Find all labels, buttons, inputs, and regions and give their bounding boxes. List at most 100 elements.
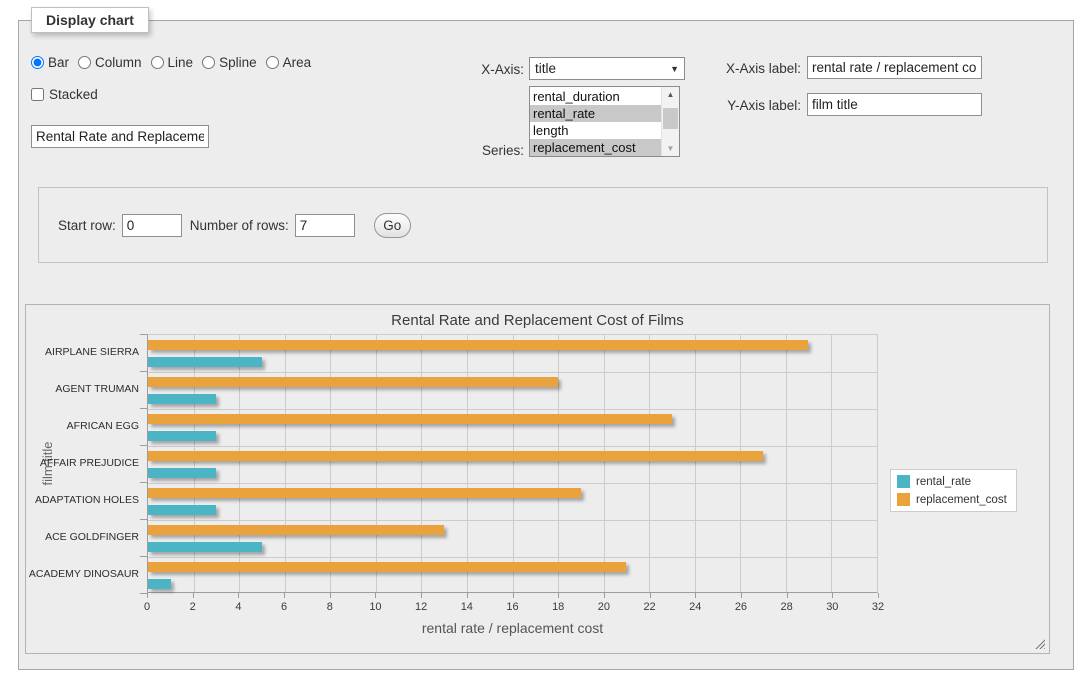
x-tick-label-26: 26 bbox=[735, 601, 747, 613]
gridline-x-18 bbox=[558, 335, 559, 592]
gridline-x-8 bbox=[330, 335, 331, 592]
radio-label-bar: Bar bbox=[48, 55, 69, 70]
radio-label-area: Area bbox=[283, 55, 312, 70]
radio-spline[interactable] bbox=[202, 56, 215, 69]
gridline-x-12 bbox=[421, 335, 422, 592]
bar-replacement_cost-0[interactable] bbox=[148, 340, 808, 350]
bar-rental_rate-3[interactable] bbox=[148, 468, 216, 478]
chart-legend: rental_rate replacement_cost bbox=[890, 469, 1017, 512]
series-option-rental_rate[interactable]: rental_rate bbox=[530, 105, 661, 122]
x-axis-select[interactable]: title ▼ bbox=[529, 57, 685, 80]
num-rows-input[interactable] bbox=[295, 214, 355, 237]
y-tick-5 bbox=[140, 519, 147, 520]
x-axis-label-label: X-Axis label: bbox=[666, 61, 801, 76]
x-tick-30 bbox=[832, 593, 833, 598]
y-tick-4 bbox=[140, 482, 147, 483]
gridline-x-6 bbox=[285, 335, 286, 592]
chart-title: Rental Rate and Replacement Cost of Film… bbox=[26, 312, 1049, 329]
row-range-box: Start row: Number of rows: Go bbox=[38, 187, 1048, 263]
bar-replacement_cost-4[interactable] bbox=[148, 488, 581, 498]
resize-grip-icon[interactable] bbox=[1034, 638, 1045, 649]
scroll-down-icon[interactable]: ▼ bbox=[662, 141, 679, 156]
chart-plot-area bbox=[147, 334, 878, 593]
radio-label-column: Column bbox=[95, 55, 142, 70]
bar-rental_rate-2[interactable] bbox=[148, 431, 216, 441]
bar-replacement_cost-5[interactable] bbox=[148, 525, 444, 535]
x-tick-26 bbox=[741, 593, 742, 598]
bar-replacement_cost-3[interactable] bbox=[148, 451, 763, 461]
series-option-replacement_cost[interactable]: replacement_cost bbox=[530, 139, 661, 156]
stacked-label: Stacked bbox=[49, 87, 98, 102]
gridline-band-6 bbox=[148, 557, 877, 558]
radio-label-line: Line bbox=[168, 55, 194, 70]
x-tick-18 bbox=[558, 593, 559, 598]
gridline-x-22 bbox=[649, 335, 650, 592]
y-tick-7 bbox=[140, 593, 147, 594]
chart-type-radio-group: Bar Column Line Spline Area bbox=[31, 55, 311, 70]
x-tick-label-14: 14 bbox=[461, 601, 473, 613]
gridline-band-5 bbox=[148, 520, 877, 521]
series-option-rental_duration[interactable]: rental_duration bbox=[530, 88, 661, 105]
series-multiselect[interactable]: rental_durationrental_ratelengthreplacem… bbox=[529, 86, 680, 157]
x-tick-24 bbox=[695, 593, 696, 598]
bar-rental_rate-5[interactable] bbox=[148, 542, 262, 552]
radio-area[interactable] bbox=[266, 56, 279, 69]
category-label-6: ACADEMY DINOSAUR bbox=[26, 568, 139, 580]
x-axis-select-label: X-Axis: bbox=[389, 62, 524, 77]
chart-type-option-column[interactable]: Column bbox=[78, 55, 142, 70]
gridline-x-32 bbox=[877, 335, 878, 592]
x-tick-10 bbox=[375, 593, 376, 598]
radio-line[interactable] bbox=[151, 56, 164, 69]
chart-type-option-spline[interactable]: Spline bbox=[202, 55, 257, 70]
gridline-x-10 bbox=[376, 335, 377, 592]
x-axis-label-input[interactable] bbox=[807, 56, 982, 79]
category-label-4: ADAPTATION HOLES bbox=[26, 494, 139, 506]
go-button[interactable]: Go bbox=[374, 213, 411, 238]
chart: Rental Rate and Replacement Cost of Film… bbox=[25, 304, 1050, 654]
bar-replacement_cost-2[interactable] bbox=[148, 414, 672, 424]
category-label-5: ACE GOLDFINGER bbox=[26, 531, 139, 543]
legend-label-rental_rate: rental_rate bbox=[916, 476, 971, 488]
radio-column[interactable] bbox=[78, 56, 91, 69]
display-chart-panel: Display chart BarColumnLineSplineArea St… bbox=[18, 20, 1074, 670]
chart-type-option-bar[interactable]: Bar bbox=[31, 55, 69, 70]
bar-rental_rate-4[interactable] bbox=[148, 505, 216, 515]
x-tick-12 bbox=[421, 593, 422, 598]
legend-label-replacement_cost: replacement_cost bbox=[916, 494, 1007, 506]
x-tick-4 bbox=[238, 593, 239, 598]
legend-swatch-rental_rate bbox=[897, 475, 910, 488]
radio-bar[interactable] bbox=[31, 56, 44, 69]
chart-title-input[interactable] bbox=[31, 125, 209, 148]
series-select-label: Series: bbox=[389, 143, 524, 158]
x-tick-label-28: 28 bbox=[781, 601, 793, 613]
x-tick-20 bbox=[604, 593, 605, 598]
y-axis-label-label: Y-Axis label: bbox=[666, 98, 801, 113]
stacked-checkbox[interactable] bbox=[31, 88, 44, 101]
page: Display chart BarColumnLineSplineArea St… bbox=[0, 0, 1081, 681]
gridline-x-4 bbox=[239, 335, 240, 592]
x-tick-28 bbox=[787, 593, 788, 598]
chart-type-option-line[interactable]: Line bbox=[151, 55, 194, 70]
bar-replacement_cost-1[interactable] bbox=[148, 377, 558, 387]
gridline-x-24 bbox=[695, 335, 696, 592]
start-row-input[interactable] bbox=[122, 214, 182, 237]
gridline-x-14 bbox=[467, 335, 468, 592]
chart-type-option-area[interactable]: Area bbox=[266, 55, 312, 70]
category-label-0: AIRPLANE SIERRA bbox=[26, 346, 139, 358]
legend-item-replacement_cost[interactable]: replacement_cost bbox=[897, 493, 1007, 506]
series-option-length[interactable]: length bbox=[530, 122, 661, 139]
y-tick-0 bbox=[140, 334, 147, 335]
x-tick-label-30: 30 bbox=[826, 601, 838, 613]
bar-rental_rate-6[interactable] bbox=[148, 579, 171, 589]
y-axis-label-input[interactable] bbox=[807, 93, 982, 116]
x-tick-label-8: 8 bbox=[327, 601, 333, 613]
bar-rental_rate-0[interactable] bbox=[148, 357, 262, 367]
bar-replacement_cost-6[interactable] bbox=[148, 562, 626, 572]
gridline-band-4 bbox=[148, 483, 877, 484]
bar-rental_rate-1[interactable] bbox=[148, 394, 216, 404]
gridline-band-2 bbox=[148, 409, 877, 410]
y-tick-2 bbox=[140, 408, 147, 409]
legend-item-rental_rate[interactable]: rental_rate bbox=[897, 475, 1007, 488]
stacked-checkbox-row[interactable]: Stacked bbox=[31, 87, 98, 102]
series-option-list: rental_durationrental_ratelengthreplacem… bbox=[530, 87, 661, 156]
